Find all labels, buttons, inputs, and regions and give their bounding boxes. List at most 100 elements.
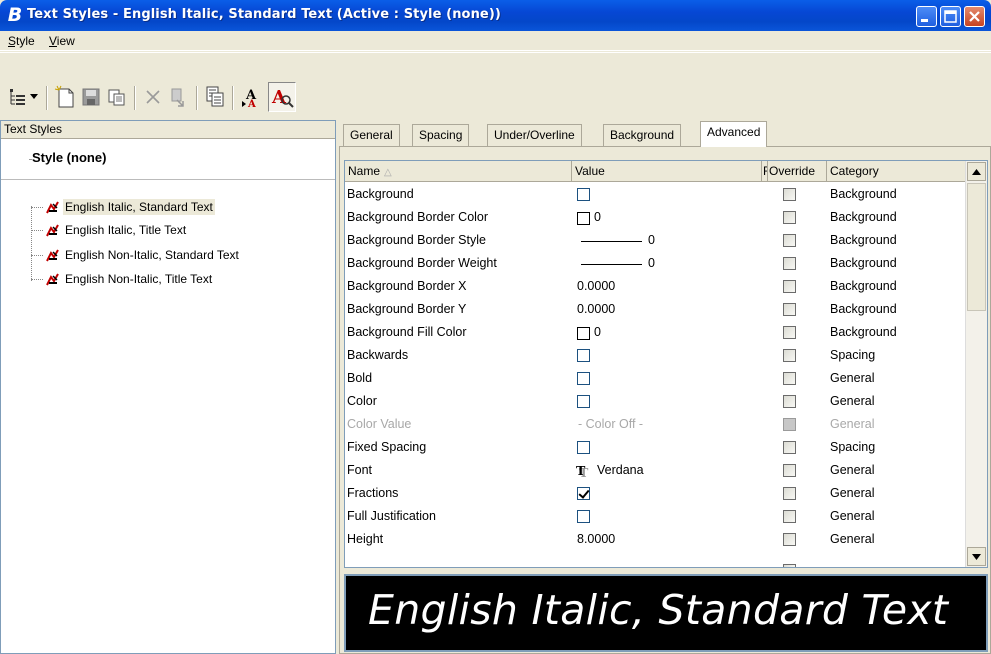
tab-under-overline[interactable]: Under/Overline: [487, 124, 582, 146]
tree-item-english-non-italic-title[interactable]: English Non-Italic, Title Text: [31, 269, 214, 289]
column-header-value[interactable]: Value: [572, 161, 762, 182]
property-row[interactable]: Bold General: [345, 368, 965, 391]
tree-item-english-italic-standard[interactable]: English Italic, Standard Text: [31, 197, 215, 217]
column-header-category[interactable]: Category: [827, 161, 965, 182]
value-checkbox[interactable]: [577, 487, 590, 500]
property-name: Background Border X: [347, 279, 467, 293]
copy-style-button[interactable]: [104, 82, 130, 112]
properties-grid[interactable]: Name△ Value F Override Category Backgrou…: [344, 160, 988, 568]
property-value[interactable]: 0.0000: [577, 302, 615, 316]
property-category: Background: [830, 256, 897, 270]
scroll-up-button[interactable]: [967, 162, 986, 181]
tab-general[interactable]: General: [343, 124, 400, 146]
value-checkbox[interactable]: [577, 188, 590, 201]
value-checkbox[interactable]: [577, 349, 590, 362]
property-category: Spacing: [830, 348, 876, 362]
property-name: Background Border Color: [347, 210, 489, 224]
property-row[interactable]: Background Border Style 0 Background: [345, 230, 965, 253]
override-checkbox[interactable]: [783, 257, 796, 270]
scroll-up-arrow-icon: [972, 168, 981, 175]
override-checkbox[interactable]: [783, 510, 796, 523]
tab-advanced[interactable]: Advanced: [700, 121, 768, 147]
property-row[interactable]: Color Value - Color Off - General: [345, 414, 965, 437]
text-styles-tree-pane[interactable]: Text Styles Style (none) English Italic,…: [0, 120, 336, 654]
title-bar[interactable]: B Text Styles - English Italic, Standard…: [0, 0, 991, 31]
override-checkbox[interactable]: [783, 188, 796, 201]
minimize-button[interactable]: [916, 6, 937, 27]
property-row[interactable]: Font T Verdana General: [345, 460, 965, 483]
grid-vertical-scrollbar[interactable]: [965, 161, 987, 567]
override-checkbox[interactable]: [783, 211, 796, 224]
value-checkbox[interactable]: [577, 372, 590, 385]
text-style-icon: [46, 273, 59, 286]
tree-root-style-none[interactable]: Style (none): [32, 150, 106, 165]
reset-style-button[interactable]: [166, 82, 192, 112]
property-row[interactable]: Background Background: [345, 184, 965, 207]
property-row[interactable]: Background Fill Color 0 Background: [345, 322, 965, 345]
property-value[interactable]: 0: [648, 256, 655, 270]
property-value[interactable]: Verdana: [597, 463, 644, 477]
column-header-override[interactable]: Override: [768, 161, 827, 182]
property-value[interactable]: 8.0000: [577, 532, 615, 546]
update-style-button[interactable]: [202, 82, 228, 112]
tree-item-label: English Italic, Standard Text: [63, 199, 215, 215]
property-row[interactable]: Background Border X 0.0000 Background: [345, 276, 965, 299]
override-checkbox[interactable]: [783, 280, 796, 293]
view-dropdown-button[interactable]: [27, 82, 41, 112]
property-value[interactable]: 0: [594, 210, 601, 224]
override-checkbox[interactable]: [783, 441, 796, 454]
tree-item-english-italic-title[interactable]: English Italic, Title Text: [31, 220, 188, 240]
color-swatch[interactable]: [577, 327, 590, 340]
property-value[interactable]: 0: [594, 325, 601, 339]
override-checkbox[interactable]: [783, 464, 796, 477]
scroll-thumb[interactable]: [967, 183, 986, 311]
text-style-toggle-button[interactable]: A: [268, 82, 296, 112]
scroll-down-button[interactable]: [967, 547, 986, 566]
override-checkbox[interactable]: [783, 533, 796, 546]
column-header-category-label: Category: [830, 164, 879, 178]
delete-style-button[interactable]: [140, 82, 166, 112]
tab-background[interactable]: Background: [603, 124, 682, 146]
property-category: General: [830, 371, 875, 385]
apply-text-style-button[interactable]: A A: [238, 82, 264, 112]
property-row[interactable]: Backwards Spacing: [345, 345, 965, 368]
property-row[interactable]: Color General: [345, 391, 965, 414]
override-checkbox[interactable]: [783, 303, 796, 316]
sort-ascending-icon: △: [384, 167, 392, 178]
dropdown-arrow-icon: [30, 94, 38, 99]
property-row[interactable]: Background Border Weight 0 Background: [345, 253, 965, 276]
tree-item-english-non-italic-standard[interactable]: English Non-Italic, Standard Text: [31, 245, 241, 265]
override-checkbox[interactable]: [783, 564, 796, 567]
update-icon: [206, 86, 224, 107]
property-row[interactable]: Background Border Color 0 Background: [345, 207, 965, 230]
text-style-icon: [46, 224, 59, 237]
override-checkbox[interactable]: [783, 326, 796, 339]
color-swatch[interactable]: [577, 212, 590, 225]
override-checkbox[interactable]: [783, 234, 796, 247]
save-style-button[interactable]: [78, 82, 104, 112]
property-row[interactable]: Fixed Spacing Spacing: [345, 437, 965, 460]
override-checkbox[interactable]: [783, 349, 796, 362]
property-category: General: [830, 486, 875, 500]
close-button[interactable]: [964, 6, 985, 27]
property-row[interactable]: Height 8.0000 General: [345, 529, 965, 552]
value-checkbox[interactable]: [577, 441, 590, 454]
property-row[interactable]: Fractions General: [345, 483, 965, 506]
tab-spacing[interactable]: Spacing: [412, 124, 470, 146]
scroll-down-arrow-icon: [972, 553, 981, 560]
svg-text:A: A: [271, 87, 287, 108]
override-checkbox[interactable]: [783, 372, 796, 385]
override-checkbox[interactable]: [783, 395, 796, 408]
value-checkbox[interactable]: [577, 510, 590, 523]
property-value[interactable]: 0.0000: [577, 279, 615, 293]
override-checkbox[interactable]: [783, 487, 796, 500]
property-row[interactable]: Background Border Y 0.0000 Background: [345, 299, 965, 322]
value-checkbox[interactable]: [577, 395, 590, 408]
property-row[interactable]: Full Justification General: [345, 506, 965, 529]
property-value[interactable]: 0: [648, 233, 655, 247]
property-name: Background Border Y: [347, 302, 467, 316]
property-name: Fixed Spacing: [347, 440, 427, 454]
column-header-name[interactable]: Name △: [345, 161, 572, 182]
maximize-button[interactable]: [940, 6, 961, 27]
new-style-button[interactable]: [52, 82, 78, 112]
